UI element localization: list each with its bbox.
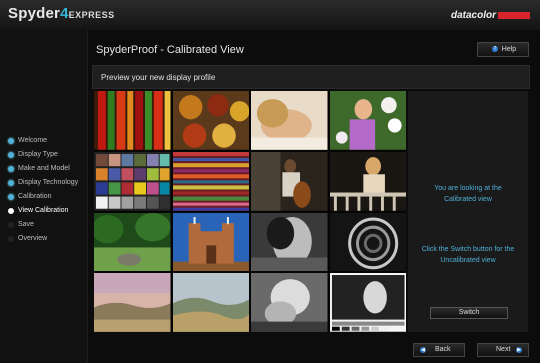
tile-bw-statue [251,273,328,332]
back-button[interactable]: ◀ Back [413,343,465,357]
tile-girl-with-flowers [329,91,406,150]
proof-image-grid [94,91,406,332]
switch-instruction-text: Click the Switch button for the Uncalibra… [421,246,515,264]
step-done-icon [8,152,14,158]
tile-peppers [94,91,171,150]
tile-color-checker [94,151,171,211]
view-status-text: You are looking at the Calibrated view [434,185,502,203]
step-done-icon [8,180,14,186]
question-icon: ? [492,46,498,52]
page-title: SpyderProof - Calibrated View [96,44,244,56]
tile-garden [94,212,171,272]
brand-logo-bar [498,12,530,19]
sidebar: Welcome Display Type Make and Model Disp… [0,30,88,363]
preview-subtitle: Preview your new display profile [101,73,216,82]
tile-woman-on-balcony [329,151,406,211]
preview-header: Preview your new display profile [92,65,530,89]
step-current-icon [8,208,14,214]
tile-adobe-church [172,212,249,272]
app-logo: Spyder4EXPRESS [8,5,115,22]
next-button[interactable]: Next ▶ [477,343,529,357]
arrow-right-icon: ▶ [516,347,522,353]
step-done-icon [8,166,14,172]
tile-spiral-staircase [329,212,406,272]
brand-logo: datacolor [450,10,496,21]
arrow-left-icon: ◀ [420,347,426,353]
step-done-icon [8,194,14,200]
tile-bowls-of-spices [172,91,249,150]
step-pending-icon [8,222,14,228]
title-bar: Spyder4EXPRESS datacolor [0,0,540,31]
switch-button[interactable]: Switch [430,307,508,319]
step-done-icon [8,138,14,144]
tile-sunset-hills [94,273,171,332]
tile-woman-portrait [251,91,328,150]
help-button[interactable]: ? Help [477,42,529,57]
tile-fabric-stripes [172,151,249,211]
step-pending-icon [8,236,14,242]
tile-cellist [251,151,328,211]
tile-rolling-landscape [172,273,249,332]
info-panel: You are looking at the Calibrated view Cl… [408,91,528,332]
tile-bw-portrait [251,212,328,272]
tile-bw-test-image [329,273,406,332]
